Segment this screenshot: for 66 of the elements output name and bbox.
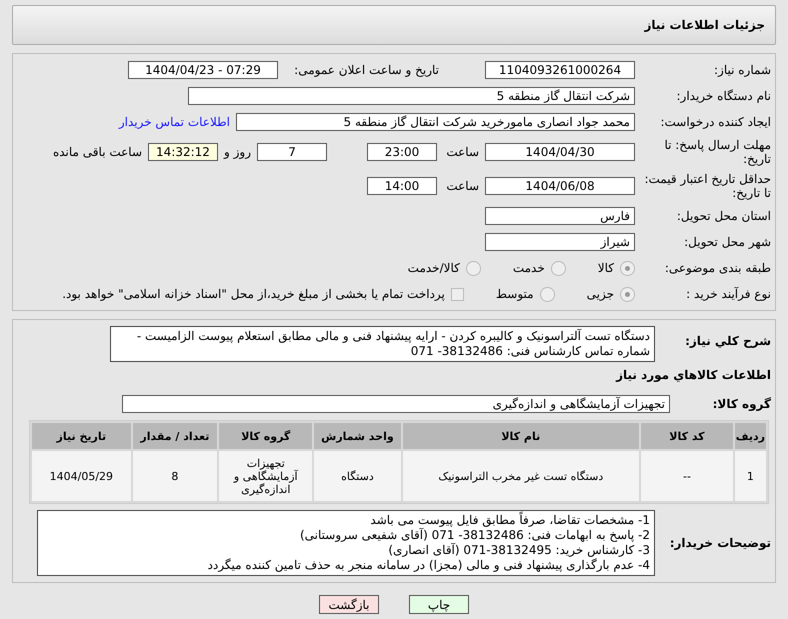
- checkbox[interactable]: [450, 288, 464, 300]
- buyer-contact-link[interactable]: اطلاعات تماس خریدار: [118, 115, 230, 129]
- column-header: ردیف: [734, 423, 766, 449]
- option-label: کالا/خدمت: [408, 261, 460, 275]
- time-label: ساعت: [445, 145, 479, 159]
- column-header: گروه کالا: [219, 423, 312, 449]
- field-label: توضیحات خریدار:: [668, 536, 771, 550]
- city-field: شیراز: [485, 233, 635, 251]
- radio-button[interactable]: [540, 286, 555, 302]
- remaining-label: ساعت باقی مانده: [52, 145, 142, 159]
- note-line: 4- عدم بارگذاری پیشنهاد فنی و مالی (مجزا) در سامانه منجر به حذف تامین کننده میگردد: [206, 558, 650, 573]
- field-label: مهلت ارسال پاسخ: تا تاریخ:: [663, 138, 771, 166]
- radio-button[interactable]: [466, 260, 481, 276]
- field-label: حداقل تاریخ اعتبار قیمت: تا تاریخ:: [643, 172, 771, 200]
- table-cell: 1: [734, 451, 766, 501]
- option-label: خدمت: [512, 261, 545, 275]
- validity-time-field: 14:00: [367, 177, 437, 195]
- note-line: 2- پاسخ به ابهامات فنی: 38132486- 071 (آقای شفیعی سروستانی): [298, 528, 650, 542]
- goods-group-field: تجهیزات آزمایشگاهی و اندازه‌گیری: [122, 395, 670, 413]
- table-cell: تجهیزات آزمایشگاهی و اندازه‌گیری: [219, 451, 312, 501]
- note-line: 3- کارشناس خرید: 38132495-071 (آقای انصاری): [387, 543, 650, 558]
- print-button[interactable]: چاپ: [409, 595, 469, 614]
- description-field: دستگاه تست آلتراسونیک و کالیبره کردن - ارایه پیشنهاد فنی و مالی مطابق استعلام پیوست الزامیست - شماره تماس کارشناس فنی: 38132486- 071: [110, 326, 655, 362]
- field-label: نام دستگاه خریدار:: [676, 89, 771, 103]
- time-label: ساعت: [445, 179, 479, 193]
- field-label: شماره نیاز:: [713, 63, 771, 77]
- column-header: نام کالا: [402, 423, 640, 449]
- table-cell: 8: [132, 451, 218, 501]
- remaining-time-field: 14:32:12: [148, 143, 218, 161]
- field-label: نوع فرآیند خرید :: [685, 287, 771, 301]
- radio-button[interactable]: [620, 286, 635, 302]
- table-cell: 1404/05/29: [32, 451, 131, 501]
- radio-button[interactable]: [550, 260, 566, 276]
- validity-date-field: 1404/06/08: [485, 177, 635, 195]
- field-label: استان محل تحویل:: [676, 209, 771, 223]
- page-title: جزئیات اطلاعات نیاز: [12, 5, 776, 45]
- field-label: تاریخ و ساعت اعلان عمومی:: [293, 63, 439, 77]
- table-cell: --: [641, 451, 733, 501]
- section-title: اطلاعات کالاهاي مورد نياز: [614, 368, 771, 382]
- table-cell: دستگاه: [314, 451, 400, 501]
- payment-note: پرداخت تمام یا بخشی از مبلغ خرید،از محل "اسناد خزانه اسلامی" خواهد بود.: [62, 287, 445, 301]
- column-header: کد کالا: [641, 423, 733, 449]
- radio-button[interactable]: [620, 260, 635, 276]
- field-label: ایجاد کننده درخواست:: [659, 115, 771, 129]
- deadline-date-field: 1404/04/30: [485, 143, 635, 161]
- province-field: فارس: [485, 207, 635, 225]
- deadline-time-field: 23:00: [367, 143, 437, 161]
- days-field: 7: [257, 143, 327, 161]
- field-label: طبقه بندی موضوعی:: [664, 261, 771, 275]
- column-header: واحد شمارش: [314, 423, 400, 449]
- note-line: 1- مشخصات تقاضا، صرفاً مطابق فایل پیوست می باشد: [369, 513, 650, 528]
- buyer-org-field: شرکت انتقال گاز منطقه 5: [188, 87, 635, 105]
- option-label: کالا: [598, 261, 614, 275]
- field-label: شهر محل تحویل:: [683, 235, 771, 249]
- days-label: روز و: [224, 145, 251, 159]
- field-label: شرح کلي نياز:: [684, 333, 771, 348]
- announce-date-field: 1404/04/23 - 07:29: [128, 61, 278, 79]
- requester-field: محمد جواد انصاری مامورخرید شرکت انتقال گاز منطقه 5: [236, 113, 635, 131]
- table-cell: دستگاه تست غیر مخرب التراسونیک: [402, 451, 640, 501]
- option-label: متوسط: [496, 287, 534, 301]
- column-header: تاریخ نیاز: [32, 423, 131, 449]
- column-header: تعداد / مقدار: [132, 423, 218, 449]
- option-label: جزیی: [586, 287, 614, 301]
- need-number-field: 1104093261000264: [485, 61, 635, 79]
- back-button[interactable]: بازگشت: [319, 595, 379, 614]
- field-label: گروه کالا:: [712, 397, 771, 411]
